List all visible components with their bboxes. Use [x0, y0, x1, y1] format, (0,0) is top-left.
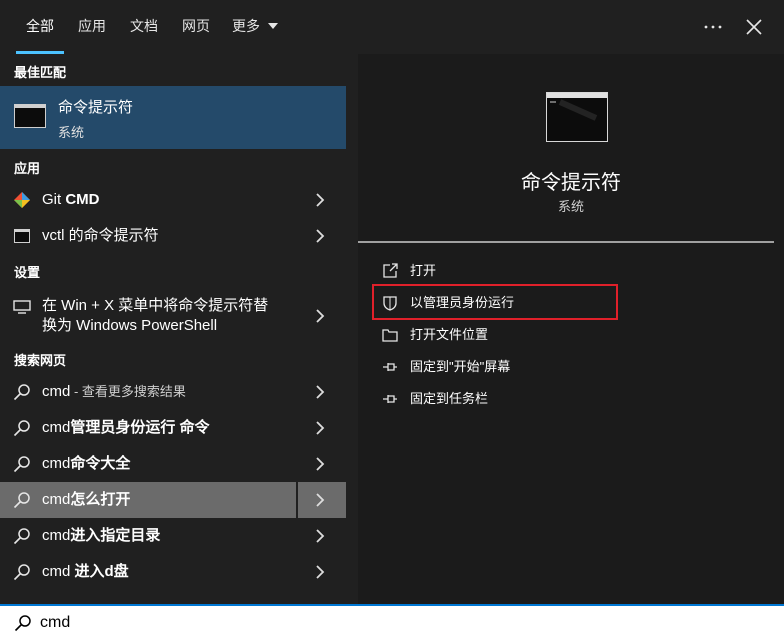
chevron-right-icon[interactable]	[312, 456, 328, 472]
caret-down-icon	[268, 22, 278, 30]
settings-item-line1: 在 Win + X 菜单中将命令提示符替	[42, 297, 269, 314]
pin-icon	[382, 359, 398, 375]
label-bold: 怎么打开	[70, 491, 131, 508]
cmd-window-icon	[14, 104, 46, 128]
web-result-label: cmd进入指定目录	[42, 518, 160, 554]
best-match-title: 命令提示符	[58, 99, 134, 116]
section-apps: 应用	[14, 161, 41, 176]
action-pin-to-taskbar[interactable]: 固定到任务栏	[378, 384, 758, 414]
search-bar	[0, 604, 784, 641]
list-item-git-cmd[interactable]: Git CMD	[0, 182, 346, 218]
close-icon[interactable]	[744, 17, 764, 37]
search-icon	[12, 382, 32, 402]
web-result-label: cmd命令大全	[42, 446, 130, 482]
label-prefix: cmd	[42, 563, 75, 580]
tab-more-label: 更多	[232, 18, 260, 34]
web-result-item[interactable]: cmd 进入d盘	[0, 554, 346, 590]
preview-panel: 命令提示符 系统 打开 以管理员身份运行 打开文件位置 固定到"开始"屏幕 固定…	[346, 54, 784, 606]
tab-all[interactable]: 全部	[16, 0, 64, 54]
chevron-right-icon[interactable]	[312, 384, 328, 400]
search-input[interactable]	[40, 610, 740, 636]
section-best-match: 最佳匹配	[14, 65, 67, 80]
display-icon	[12, 297, 32, 317]
chevron-right-icon[interactable]	[312, 192, 328, 208]
action-open-file-location[interactable]: 打开文件位置	[378, 320, 758, 350]
label-prefix: cmd	[42, 383, 71, 400]
action-open[interactable]: 打开	[378, 256, 758, 286]
action-open-file-location-label: 打开文件位置	[410, 327, 489, 342]
label-suffix: - 查看更多搜索结果	[70, 384, 186, 399]
search-icon	[14, 614, 32, 632]
pin-icon	[382, 391, 398, 407]
action-pin-to-start[interactable]: 固定到"开始"屏幕	[378, 352, 758, 382]
label-prefix: Git	[42, 191, 66, 208]
tab-apps[interactable]: 应用	[74, 0, 110, 54]
preview-card: 命令提示符 系统 打开 以管理员身份运行 打开文件位置 固定到"开始"屏幕 固定…	[358, 54, 784, 606]
settings-item-powershell[interactable]: 在 Win + X 菜单中将命令提示符替 换为 Windows PowerShe…	[0, 292, 346, 340]
label-bold: CMD	[65, 191, 100, 208]
divider	[358, 241, 774, 243]
cmd-window-icon	[546, 92, 608, 142]
search-icon	[12, 418, 32, 438]
web-result-label: cmd 进入d盘	[42, 554, 129, 590]
git-icon	[12, 190, 32, 210]
search-icon	[12, 562, 32, 582]
tab-more[interactable]: 更多	[232, 0, 282, 54]
chevron-right-icon[interactable]	[312, 564, 328, 580]
web-result-label: cmd管理员身份运行 命令	[42, 410, 210, 446]
tab-web-label: 网页	[182, 18, 210, 34]
tab-documents[interactable]: 文档	[126, 0, 162, 54]
web-result-label: cmd怎么打开	[42, 482, 130, 518]
tab-web[interactable]: 网页	[178, 0, 214, 54]
cmd-small-icon	[12, 226, 32, 246]
results-panel: 最佳匹配 命令提示符 系统 应用 Git CMD vctl 的命令提示符 设置 …	[0, 54, 346, 606]
best-match-subtitle: 系统	[58, 125, 85, 140]
tab-all-label: 全部	[26, 18, 54, 34]
chevron-right-icon[interactable]	[312, 492, 328, 508]
search-tabs-bar: 全部 应用 文档 网页 更多	[0, 0, 784, 54]
label-prefix: cmd	[42, 455, 71, 472]
chevron-right-icon[interactable]	[312, 228, 328, 244]
chevron-right-icon[interactable]	[312, 420, 328, 436]
label-prefix: cmd	[42, 527, 71, 544]
tab-apps-label: 应用	[78, 18, 106, 34]
chevron-right-icon[interactable]	[312, 528, 328, 544]
chevron-right-icon[interactable]	[312, 308, 328, 324]
search-icon	[12, 526, 32, 546]
list-item-vctl-cmd[interactable]: vctl 的命令提示符	[0, 218, 346, 254]
search-icon	[12, 454, 32, 474]
web-result-item[interactable]: cmd管理员身份运行 命令	[0, 410, 346, 446]
label-prefix: cmd	[42, 491, 71, 508]
open-icon	[382, 263, 398, 279]
action-run-as-admin-label: 以管理员身份运行	[410, 295, 515, 310]
web-result-item[interactable]: cmd进入指定目录	[0, 518, 346, 554]
chevron-separator	[296, 482, 298, 518]
web-result-item-hovered[interactable]: cmd怎么打开	[0, 482, 346, 518]
label-bold: 管理员身份运行 命令	[70, 419, 210, 436]
section-web: 搜索网页	[14, 353, 67, 368]
label-bold: 进入d盘	[74, 563, 129, 580]
preview-subtitle: 系统	[557, 199, 584, 214]
action-pin-to-taskbar-label: 固定到任务栏	[410, 391, 489, 406]
search-icon	[12, 490, 32, 510]
action-run-as-admin[interactable]: 以管理员身份运行	[378, 288, 758, 318]
settings-item-line2: 换为 Windows PowerShell	[42, 317, 218, 334]
label-prefix: cmd	[42, 419, 71, 436]
label-bold: 进入指定目录	[70, 527, 161, 544]
action-open-label: 打开	[410, 263, 437, 278]
folder-icon	[382, 327, 398, 343]
list-item-label: Git CMD	[42, 182, 100, 218]
label-bold: 命令大全	[70, 455, 131, 472]
web-result-label: cmd - 查看更多搜索结果	[42, 374, 186, 410]
section-settings: 设置	[14, 265, 41, 280]
web-result-item[interactable]: cmd命令大全	[0, 446, 346, 482]
best-match-item[interactable]: 命令提示符 系统	[0, 86, 346, 149]
action-pin-to-start-label: 固定到"开始"屏幕	[410, 359, 511, 374]
shield-icon	[382, 295, 398, 311]
preview-title: 命令提示符	[521, 172, 621, 194]
list-item-label: vctl 的命令提示符	[42, 227, 159, 244]
tab-documents-label: 文档	[130, 18, 158, 34]
more-options-icon[interactable]	[702, 18, 724, 36]
web-result-item[interactable]: cmd - 查看更多搜索结果	[0, 374, 346, 410]
